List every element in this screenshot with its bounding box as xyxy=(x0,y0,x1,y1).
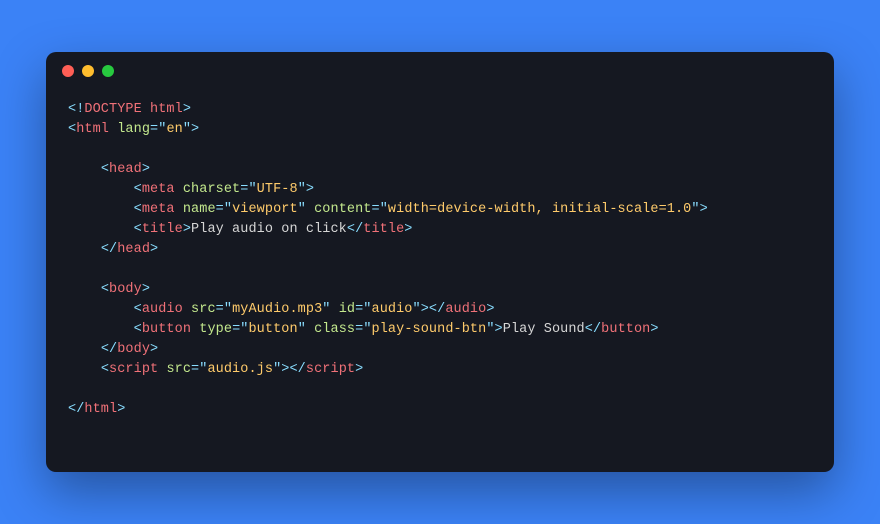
close-icon[interactable] xyxy=(62,65,74,77)
code-line: <meta name="viewport" content="width=dev… xyxy=(68,202,708,217)
code-line: <audio src="myAudio.mp3" id="audio"></au… xyxy=(68,302,495,317)
code-line: </html> xyxy=(68,402,125,417)
code-line: <script src="audio.js"></script> xyxy=(68,362,363,377)
minimize-icon[interactable] xyxy=(82,65,94,77)
code-line: </body> xyxy=(68,342,158,357)
window-titlebar xyxy=(46,52,834,90)
code-block: <!DOCTYPE html> <html lang="en"> <head> … xyxy=(46,90,834,442)
code-line: </head> xyxy=(68,242,158,257)
code-line: <meta charset="UTF-8"> xyxy=(68,182,314,197)
code-line: <head> xyxy=(68,162,150,177)
code-window: <!DOCTYPE html> <html lang="en"> <head> … xyxy=(46,52,834,472)
code-line: <html lang="en"> xyxy=(68,122,199,137)
maximize-icon[interactable] xyxy=(102,65,114,77)
code-line: <!DOCTYPE html> xyxy=(68,102,191,117)
code-line: <title>Play audio on click</title> xyxy=(68,222,413,237)
code-line: <body> xyxy=(68,282,150,297)
code-line: <button type="button" class="play-sound-… xyxy=(68,322,659,337)
